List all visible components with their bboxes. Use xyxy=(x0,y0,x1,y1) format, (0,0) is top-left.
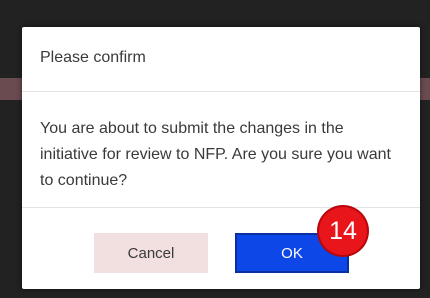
dialog-header: Please confirm xyxy=(22,27,420,92)
dialog-title: Please confirm xyxy=(40,49,146,66)
step-number-badge: 14 xyxy=(319,207,367,255)
confirm-dialog: Please confirm You are about to submit t… xyxy=(22,27,420,289)
dialog-message: You are about to submit the changes in t… xyxy=(40,120,391,189)
cancel-button[interactable]: Cancel xyxy=(94,233,208,273)
dialog-body: You are about to submit the changes in t… xyxy=(22,92,420,208)
